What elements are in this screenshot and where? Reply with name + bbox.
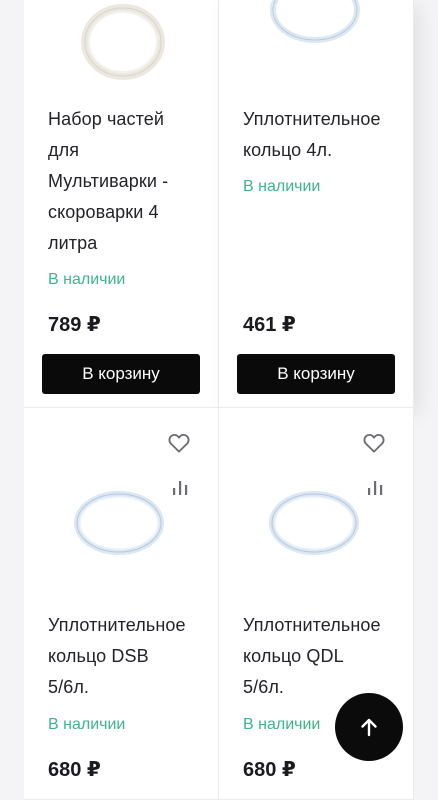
arrow-up-icon bbox=[361, 718, 377, 737]
product-image[interactable] bbox=[267, 488, 361, 563]
stock-status: В наличии bbox=[243, 178, 321, 195]
compare-button[interactable] bbox=[362, 475, 388, 501]
favorite-button[interactable] bbox=[166, 430, 192, 456]
product-card[interactable]: Уплотнительное кольцо 4л. В наличии 461 … bbox=[219, 0, 414, 408]
title-line: кольцо 4л. bbox=[243, 140, 333, 160]
title-line: для bbox=[48, 140, 80, 160]
seal-ring-icon bbox=[81, 4, 165, 80]
product-price: 680 ₽ bbox=[243, 759, 296, 781]
product-card[interactable]: Уплотнительное кольцо DSB 5/6л. В наличи… bbox=[24, 408, 219, 800]
seal-ring-icon bbox=[269, 491, 359, 555]
title-line: Набор частей bbox=[48, 109, 165, 129]
seal-ring-icon bbox=[74, 491, 164, 555]
product-card[interactable]: Набор частей для Мультиварки - скороварк… bbox=[24, 0, 219, 408]
title-line: скороварки 4 bbox=[48, 202, 159, 222]
bar-chart-icon bbox=[368, 481, 383, 495]
product-image[interactable] bbox=[267, 0, 363, 55]
title-line: кольцо QDL bbox=[243, 646, 344, 666]
favorite-button[interactable] bbox=[361, 430, 387, 456]
compare-button[interactable] bbox=[167, 475, 193, 501]
title-line: кольцо DSB bbox=[48, 646, 149, 666]
add-to-cart-button[interactable]: В корзину bbox=[42, 354, 200, 394]
title-line: Уплотнительное bbox=[243, 109, 381, 129]
product-title[interactable]: Набор частей для Мультиварки - скороварк… bbox=[48, 104, 208, 259]
product-title[interactable]: Уплотнительное кольцо 4л. bbox=[243, 104, 403, 166]
heart-icon bbox=[363, 433, 385, 453]
title-line: Уплотнительное bbox=[243, 615, 381, 635]
product-title[interactable]: Уплотнительное кольцо DSB 5/6л. bbox=[48, 610, 208, 703]
product-image[interactable] bbox=[72, 488, 166, 563]
scroll-to-top-button[interactable] bbox=[335, 693, 403, 761]
product-title[interactable]: Уплотнительное кольцо QDL 5/6л. bbox=[243, 610, 403, 703]
title-line: литра bbox=[48, 233, 98, 253]
bar-chart-icon bbox=[173, 481, 188, 495]
title-line: Мультиварки - bbox=[48, 171, 169, 191]
product-price: 680 ₽ bbox=[48, 759, 101, 781]
stock-status: В наличии bbox=[48, 271, 126, 288]
seal-ring-icon bbox=[270, 0, 360, 43]
add-to-cart-button[interactable]: В корзину bbox=[237, 354, 395, 394]
product-grid: Набор частей для Мультиварки - скороварк… bbox=[0, 0, 438, 800]
product-price: 789 ₽ bbox=[48, 314, 101, 336]
product-image[interactable] bbox=[79, 4, 167, 85]
heart-icon bbox=[168, 433, 190, 453]
stock-status: В наличии bbox=[243, 716, 321, 733]
product-price: 461 ₽ bbox=[243, 314, 296, 336]
title-line: Уплотнительное bbox=[48, 615, 186, 635]
stock-status: В наличии bbox=[48, 716, 126, 733]
title-line: 5/6л. bbox=[48, 677, 90, 697]
